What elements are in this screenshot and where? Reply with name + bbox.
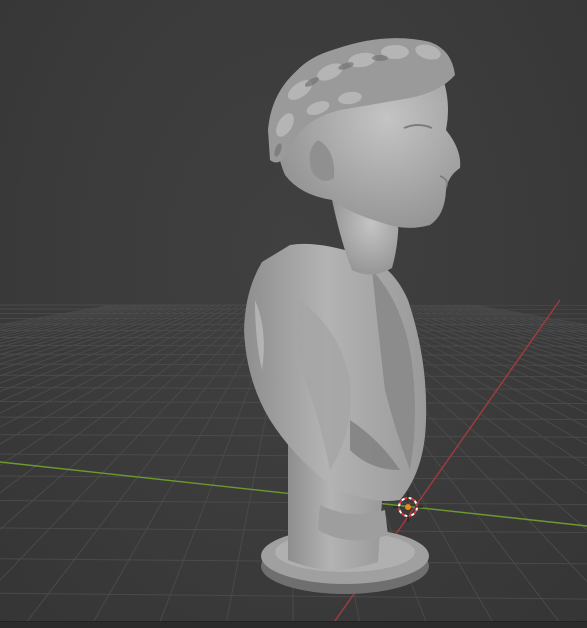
object-origin-dot bbox=[405, 504, 411, 510]
3d-viewport[interactable] bbox=[0, 0, 587, 628]
bust-mesh[interactable] bbox=[244, 38, 461, 594]
status-bar bbox=[0, 621, 587, 628]
viewport-canvas[interactable] bbox=[0, 0, 587, 628]
